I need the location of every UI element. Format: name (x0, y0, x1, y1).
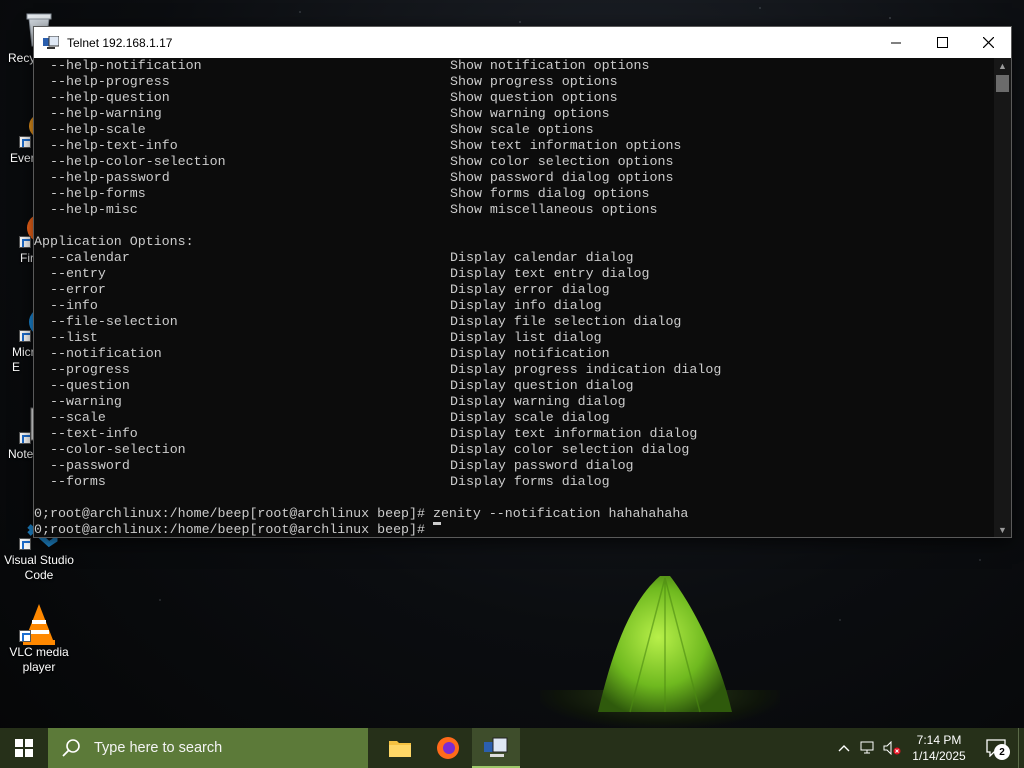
terminal-line: --help-notification Show notification opt… (50, 58, 650, 73)
search-icon (62, 738, 82, 758)
terminal-line: --notification Display notification (50, 346, 610, 361)
window-title: Telnet 192.168.1.17 (67, 35, 173, 50)
maximize-button[interactable] (919, 27, 965, 58)
folder-icon (389, 741, 411, 757)
terminal-line: --file-selection Display file selection d… (50, 314, 682, 329)
terminal-line: --help-progress Show progress options (50, 74, 618, 89)
terminal-line: --progress Display progress indication di… (50, 362, 722, 377)
taskbar-clock[interactable]: 7:14 PM 1/14/2025 (904, 732, 974, 764)
terminal-output[interactable]: --help-notification Show notification opt… (34, 58, 996, 537)
firefox-icon (437, 737, 459, 759)
terminal-line: --help-scale Show scale options (50, 122, 594, 137)
terminal-line: --help-color-selection Show color selecti… (50, 154, 674, 169)
terminal-section-header: Application Options: (34, 234, 194, 249)
terminal-line: --entry Display text entry dialog (50, 266, 650, 281)
terminal-line: --question Display question dialog (50, 378, 634, 393)
vlc-icon (19, 602, 59, 645)
shortcut-arrow-icon (19, 432, 31, 444)
scroll-up-arrow-icon[interactable]: ▲ (994, 58, 1011, 73)
shortcut-arrow-icon (19, 236, 31, 248)
windows-logo-icon (15, 739, 33, 757)
system-tray: 7:14 PM 1/14/2025 2 (832, 728, 1024, 768)
minimize-button[interactable] (873, 27, 919, 58)
window-titlebar[interactable]: Telnet 192.168.1.17 (34, 27, 1011, 58)
tent-illustration (598, 576, 732, 713)
scrollbar-thumb[interactable] (996, 75, 1009, 92)
show-desktop-button[interactable] (1018, 728, 1024, 768)
terminal-line: --warning Display warning dialog (50, 394, 626, 409)
taskbar-telnet[interactable] (472, 728, 520, 768)
chevron-up-icon[interactable] (832, 728, 856, 768)
taskbar-search-box[interactable]: Type here to search (48, 728, 368, 768)
volume-muted-icon[interactable] (880, 728, 904, 768)
clock-time: 7:14 PM (916, 733, 962, 747)
shortcut-arrow-icon (19, 330, 31, 342)
desktop-icon-label: VLC media player (9, 645, 69, 674)
terminal-line: --help-question Show question options (50, 90, 618, 105)
telnet-app-icon (43, 35, 60, 50)
terminal-prompt-line: 0;root@archlinux:/home/beep[root@archlin… (34, 506, 689, 521)
taskbar-file-explorer[interactable] (376, 728, 424, 768)
search-placeholder: Type here to search (94, 740, 223, 756)
terminal-prompt-line[interactable]: 0;root@archlinux:/home/beep[root@archlin… (34, 522, 996, 537)
terminal-scrollbar[interactable]: ▲ ▼ (994, 58, 1011, 537)
terminal-line: --help-password Show password dialog opti… (50, 170, 674, 185)
notification-count-badge: 2 (994, 744, 1010, 760)
taskbar-firefox[interactable] (424, 728, 472, 768)
terminal-line: --list Display list dialog (50, 330, 602, 345)
taskbar: Type here to search 7:14 PM 1/14/2025 2 (0, 728, 1024, 768)
telnet-window[interactable]: Telnet 192.168.1.17 --help-notification S… (33, 26, 1012, 538)
terminal-line: --help-text-info Show text information op… (50, 138, 682, 153)
start-button[interactable] (0, 728, 48, 768)
desktop-icon-vlc[interactable]: VLC media player (0, 602, 78, 675)
action-center-button[interactable]: 2 (974, 728, 1018, 768)
desktop-icon-label: Visual Studio Code (4, 553, 74, 582)
close-button[interactable] (965, 27, 1011, 58)
terminal-line: --scale Display scale dialog (50, 410, 610, 425)
terminal-line: --calendar Display calendar dialog (50, 250, 634, 265)
shortcut-arrow-icon (19, 630, 31, 642)
terminal-line: --help-forms Show forms dialog options (50, 186, 650, 201)
telnet-app-icon (484, 737, 508, 757)
terminal-line: --help-warning Show warning options (50, 106, 610, 121)
clock-date: 1/14/2025 (912, 749, 966, 763)
terminal-line: --forms Display forms dialog (50, 474, 610, 489)
terminal-line: --error Display error dialog (50, 282, 610, 297)
terminal-cursor (432, 522, 441, 525)
terminal-line: --color-selection Display color selection… (50, 442, 690, 457)
terminal-line: --password Display password dialog (50, 458, 634, 473)
shortcut-arrow-icon (19, 538, 31, 550)
terminal-line: --text-info Display text information dial… (50, 426, 698, 441)
scroll-down-arrow-icon[interactable]: ▼ (994, 522, 1011, 537)
network-icon[interactable] (856, 728, 880, 768)
terminal-line: --info Display info dialog (50, 298, 602, 313)
terminal-line: --help-misc Show miscellaneous options (50, 202, 658, 217)
shortcut-arrow-icon (19, 136, 31, 148)
